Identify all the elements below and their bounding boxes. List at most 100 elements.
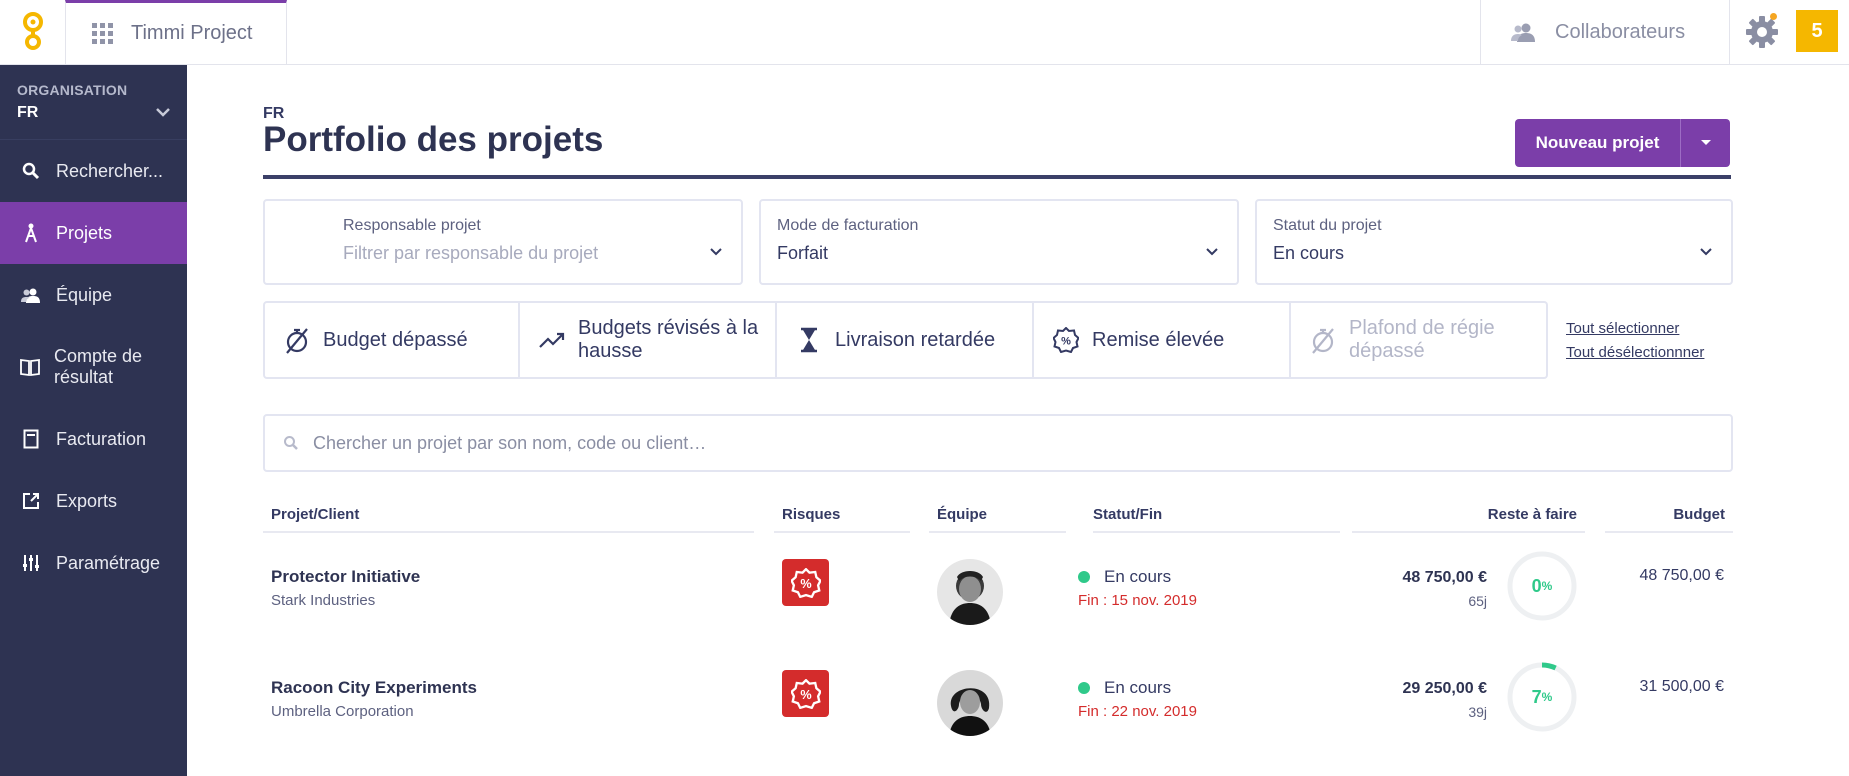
page-title: Portfolio des projets — [263, 120, 604, 159]
remaining-days: 39j — [1468, 704, 1487, 720]
toggle-label: Livraison retardée — [835, 328, 996, 351]
app-title: Timmi Project — [131, 22, 253, 44]
chevron-down-icon — [1206, 248, 1218, 256]
settings-button[interactable] — [1730, 0, 1794, 64]
toggle-livraison-retardee[interactable]: Livraison retardée — [777, 301, 1034, 379]
sliders-icon — [20, 554, 42, 572]
logo-icon — [22, 12, 43, 50]
remaining-amount: 48 750,00 € — [1402, 569, 1487, 586]
project-search — [263, 414, 1733, 472]
risk-badge[interactable]: % — [782, 559, 829, 606]
team-member-photo — [937, 670, 1003, 736]
toggle-label: Budget dépassé — [323, 328, 468, 351]
search-icon — [284, 436, 298, 450]
progress-value: 7% — [1531, 686, 1553, 707]
sidebar-item-label: Facturation — [56, 428, 147, 449]
filter-label: Responsable projet — [343, 217, 481, 234]
status-label: En cours — [1104, 567, 1172, 586]
hourglass-icon — [795, 327, 823, 353]
app-switcher[interactable]: Timmi Project — [65, 0, 287, 64]
end-date: Fin : 22 nov. 2019 — [1078, 703, 1197, 720]
discount-icon: % — [1052, 327, 1080, 353]
project-name[interactable]: Racoon City Experiments — [271, 678, 477, 698]
collaborators-link[interactable]: Collaborateurs — [1480, 0, 1730, 64]
project-status: En cours — [1078, 678, 1171, 698]
top-bar: Timmi Project Collaborateurs 5 — [0, 0, 1849, 65]
client-name: Stark Industries — [271, 592, 376, 609]
chevron-down-icon — [156, 108, 170, 117]
new-project-dropdown-button[interactable] — [1681, 119, 1730, 167]
sidebar-item-facturation[interactable]: Facturation — [0, 408, 187, 470]
budget-amount: 31 500,00 € — [1639, 678, 1724, 695]
sidebar-item-label: Exports — [56, 490, 118, 511]
organisation-selector[interactable]: ORGANISATION FR — [0, 65, 187, 140]
column-header-statut[interactable]: Statut/Fin — [1093, 506, 1340, 533]
progress-value: 0% — [1531, 575, 1553, 596]
status-label: En cours — [1104, 678, 1172, 697]
search-input[interactable] — [313, 432, 1613, 454]
toggle-budgets-revises[interactable]: Budgets révisés à la hausse — [520, 301, 777, 379]
table-row[interactable]: Racoon City Experiments Umbrella Corpora… — [263, 662, 1733, 772]
toggle-plafond-regie[interactable]: Plafond de régie dépassé — [1291, 301, 1548, 379]
remaining-days: 65j — [1468, 593, 1487, 609]
sidebar-item-label: Équipe — [56, 284, 113, 305]
main-content: FR Portfolio des projets Nouveau projet … — [187, 65, 1849, 776]
statut-filter[interactable]: Statut du projet En cours — [1255, 199, 1733, 285]
column-header-risques[interactable]: Risques — [774, 506, 910, 533]
status-dot — [1078, 682, 1090, 694]
toggle-remise-elevee[interactable]: % Remise élevée — [1034, 301, 1291, 379]
project-name[interactable]: Protector Initiative — [271, 567, 420, 587]
risk-toggles: Budget dépassé Budgets révisés à la haus… — [263, 301, 1550, 379]
compass-icon — [20, 223, 42, 243]
selection-links: Tout sélectionner Tout désélectionnner — [1566, 317, 1704, 365]
caret-down-icon — [1700, 140, 1711, 145]
facturation-filter[interactable]: Mode de facturation Forfait — [759, 199, 1239, 285]
svg-text:%: % — [800, 688, 811, 702]
search-icon — [20, 162, 42, 180]
client-name: Umbrella Corporation — [271, 703, 414, 720]
filter-label: Statut du projet — [1273, 217, 1382, 234]
filter-value: Forfait — [777, 243, 829, 263]
column-header-reste[interactable]: Reste à faire — [1352, 506, 1585, 533]
column-header-projet[interactable]: Projet/Client — [263, 506, 754, 533]
title-divider — [263, 175, 1731, 179]
sidebar-item-equipe[interactable]: Équipe — [0, 264, 187, 326]
chevron-down-icon — [1700, 248, 1712, 256]
app-logo[interactable] — [0, 0, 65, 64]
team-icon — [20, 287, 42, 303]
select-all-link[interactable]: Tout sélectionner — [1566, 317, 1704, 341]
table-row[interactable]: Protector Initiative Stark Industries % … — [263, 551, 1733, 661]
collaborators-label: Collaborateurs — [1555, 20, 1686, 43]
progress-gauge: 0% — [1507, 551, 1577, 621]
discount-icon: % — [790, 567, 821, 598]
sidebar-item-exports[interactable]: Exports — [0, 470, 187, 532]
filter-placeholder: Filtrer par responsable du projet — [343, 243, 599, 263]
deselect-all-link[interactable]: Tout désélectionnner — [1566, 341, 1704, 365]
sidebar-item-search[interactable]: Rechercher... — [0, 140, 187, 202]
sidebar: ORGANISATION FR Rechercher... Projets Éq… — [0, 65, 187, 776]
organisation-label: ORGANISATION — [17, 82, 128, 98]
avatar[interactable] — [937, 559, 1003, 625]
new-project-button[interactable]: Nouveau projet — [1515, 119, 1681, 167]
sidebar-item-parametrage[interactable]: Paramétrage — [0, 532, 187, 594]
risk-badge[interactable]: % — [782, 670, 829, 717]
toggle-budget-depasse[interactable]: Budget dépassé — [263, 301, 520, 379]
team-member-photo — [937, 559, 1003, 625]
avatar[interactable] — [937, 670, 1003, 736]
apps-grid-icon — [92, 23, 113, 44]
budget-exceeded-icon — [283, 326, 311, 354]
progress-gauge: 7% — [1507, 662, 1577, 732]
column-header-equipe[interactable]: Équipe — [929, 506, 1066, 533]
svg-text:%: % — [800, 577, 811, 591]
notification-badge[interactable]: 5 — [1796, 10, 1838, 52]
budget-amount: 48 750,00 € — [1639, 567, 1724, 584]
project-status: En cours — [1078, 567, 1171, 587]
column-header-budget[interactable]: Budget — [1605, 506, 1733, 533]
responsable-filter[interactable]: Responsable projet Filtrer par responsab… — [263, 199, 743, 285]
filter-label: Mode de facturation — [777, 217, 919, 234]
settings-notification-dot — [1770, 13, 1777, 20]
sidebar-item-projets[interactable]: Projets — [0, 202, 187, 264]
people-icon — [1511, 23, 1535, 42]
timer-off-icon — [1309, 326, 1337, 354]
sidebar-item-compte-resultat[interactable]: Compte de résultat — [0, 326, 187, 408]
